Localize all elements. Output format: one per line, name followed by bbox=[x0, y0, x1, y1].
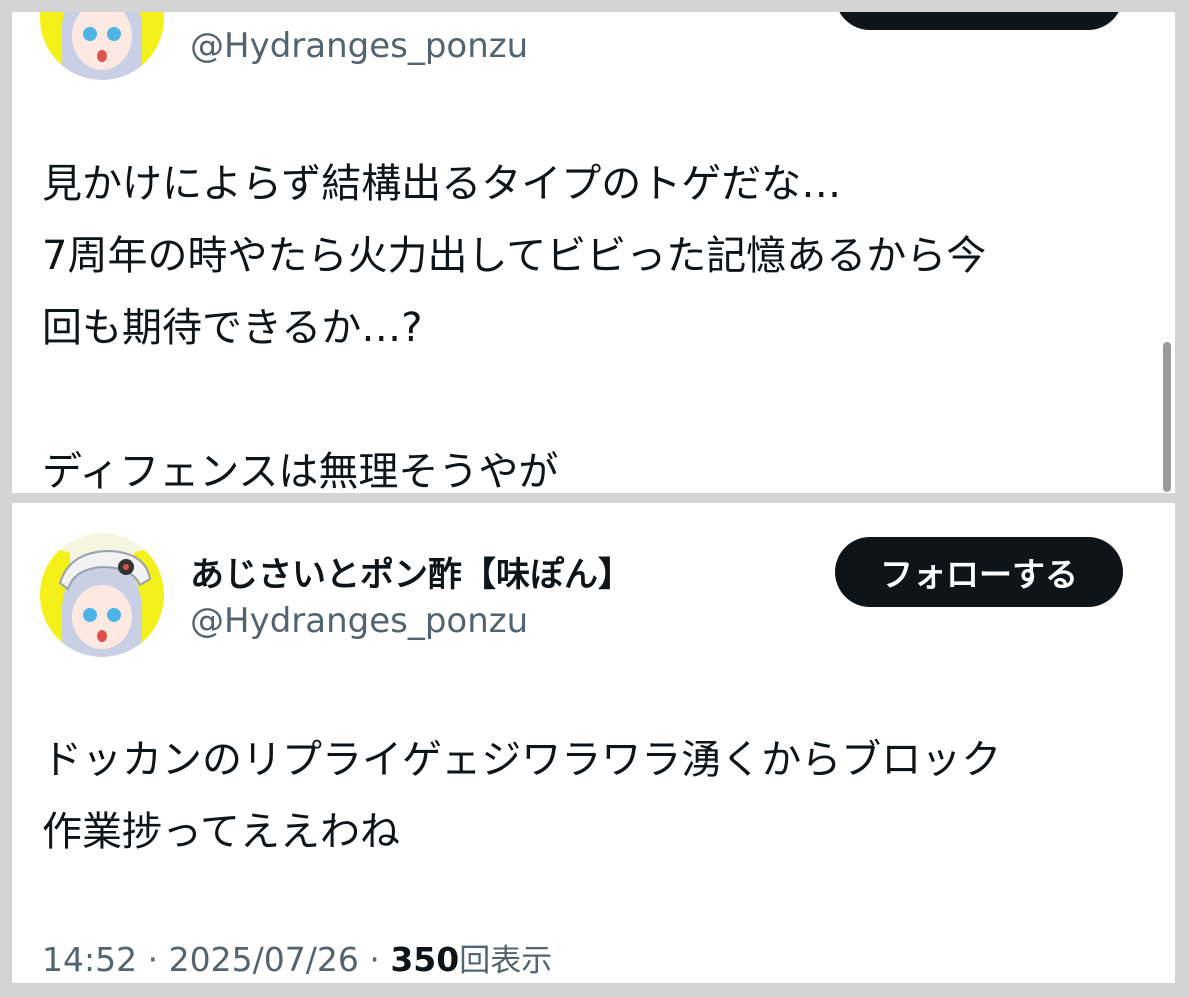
user-avatar-icon[interactable] bbox=[40, 533, 164, 657]
tweet-time[interactable]: 14:52 bbox=[42, 940, 137, 979]
tweet-text-line: ディフェンスは無理そうやが bbox=[42, 449, 559, 493]
tweet-text-line: 7周年の時やたら火力出してビビった記憶あるから今 bbox=[42, 233, 987, 279]
user-handle[interactable]: @Hydranges_ponzu bbox=[190, 601, 528, 641]
meta-separator: · bbox=[369, 940, 380, 979]
user-display-name[interactable]: あじさいとポン酢【味ぽん】 bbox=[190, 547, 632, 596]
tweet-text: ドッカンのリプライゲェジワラワラ湧くからブロック 作業捗ってええわね bbox=[42, 724, 1135, 868]
follow-button[interactable]: フォローする bbox=[835, 537, 1123, 607]
tweet-meta: 14:52 · 2025/07/26 · 350回表示 bbox=[42, 935, 552, 980]
tweet-text-line: 見かけによらず結構出るタイプのトゲだな… bbox=[42, 161, 842, 207]
follow-button-top[interactable] bbox=[835, 12, 1123, 30]
tweet-text-line: 回も期待できるか…? bbox=[42, 305, 423, 351]
tweet-text-line: 作業捗ってええわね bbox=[42, 809, 400, 855]
tweet-text-line: ドッカンのリプライゲェジワラワラ湧くからブロック bbox=[42, 737, 1002, 783]
tweet-text-line bbox=[42, 364, 1135, 436]
views-label: 回表示 bbox=[459, 943, 553, 979]
tweet-text: 見かけによらず結構出るタイプのトゲだな… 7周年の時やたら火力出してビビった記憶… bbox=[42, 148, 1135, 493]
tweet-date[interactable]: 2025/07/26 bbox=[169, 940, 359, 979]
user-avatar-icon[interactable] bbox=[40, 12, 164, 80]
tweet-card-top: @Hydranges_ponzu 見かけによらず結構出るタイプのトゲだな… 7周… bbox=[12, 12, 1175, 493]
tweet-card-bottom: あじさいとポン酢【味ぽん】 @Hydranges_ponzu フォローする ドッ… bbox=[12, 503, 1175, 983]
user-handle[interactable]: @Hydranges_ponzu bbox=[190, 26, 528, 66]
views-count: 350 bbox=[390, 940, 460, 979]
screen: @Hydranges_ponzu 見かけによらず結構出るタイプのトゲだな… 7周… bbox=[0, 0, 1189, 997]
meta-separator: · bbox=[147, 940, 159, 979]
scrollbar-thumb[interactable] bbox=[1163, 342, 1171, 492]
